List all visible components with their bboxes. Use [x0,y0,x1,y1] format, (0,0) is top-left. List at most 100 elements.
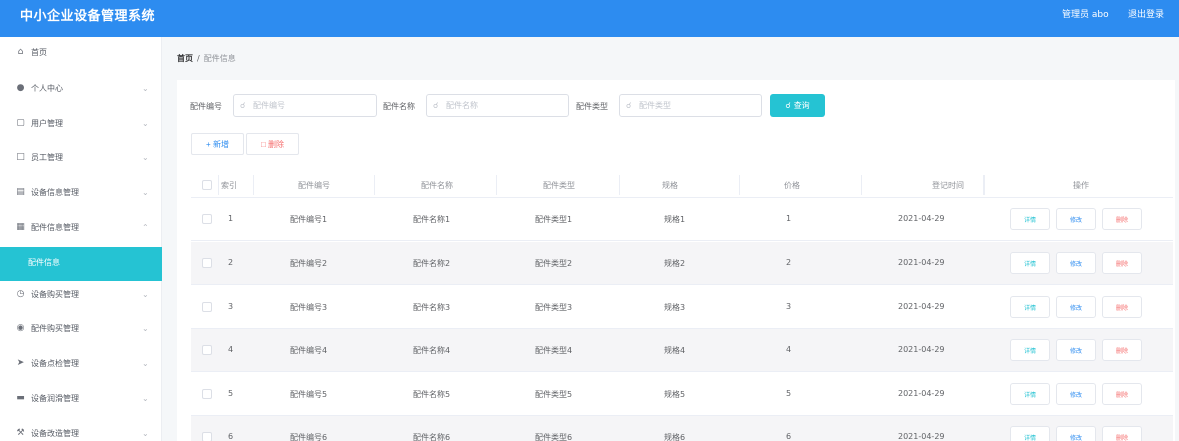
edit-button[interactable]: 修改 [1056,339,1096,361]
parts-table: 索引 配件编号 配件名称 配件类型 规格 价格 登记时间 操作 1 配件编号1 配件名称1 配件类型1… [191,172,1173,441]
delete-button[interactable]: 删除 [1102,426,1142,441]
breadcrumb: 首页 / 配件信息 [177,53,236,64]
search-input-type[interactable] [619,94,762,117]
monitor-icon: ▬ [16,393,25,403]
table-row: 5 配件编号5 配件名称5 配件类型5 规格5 5 2021-04-29 详情 修改 删除 [191,373,1173,416]
search-label-name: 配件名称 [383,102,415,111]
column-divider [861,175,862,195]
cell-spec: 规格4 [664,346,686,355]
edit-button[interactable]: 修改 [1056,296,1096,318]
cell-name: 配件名称6 [413,433,451,441]
sidebar-item[interactable]: ● 个人中心 ⌄ [0,73,162,107]
delete-button[interactable]: 删除 [1102,339,1142,361]
sidebar-item-label: 个人中心 [31,84,63,93]
edit-button[interactable]: 修改 [1056,383,1096,405]
breadcrumb-current: 配件信息 [203,54,236,63]
app-title: 中小企业设备管理系统 [20,9,156,24]
detail-button[interactable]: 详情 [1010,426,1050,441]
search-input-code[interactable] [233,94,377,117]
column-header: 操作 [1073,181,1089,190]
row-checkbox[interactable] [202,214,212,224]
detail-button[interactable]: 详情 [1010,339,1050,361]
top-bar: 中小企业设备管理系统 管理员 abo 退出登录 [0,0,1179,37]
cell-type: 配件类型2 [535,259,573,268]
column-divider [496,175,497,195]
search-input-name[interactable] [426,94,569,117]
cell-type: 配件类型6 [535,433,573,441]
row-checkbox[interactable] [202,302,212,312]
logout-link[interactable]: 退出登录 [1128,7,1164,20]
cell-type: 配件类型1 [535,215,573,224]
chevron-icon: ⌄ [142,119,149,128]
chevron-icon: ⌃ [142,223,149,232]
parts-icon: ▦ [16,222,25,232]
tool-icon: ⚒ [16,428,25,438]
sidebar-item[interactable]: ▦ 配件信息管理 ⌃ [0,212,162,246]
breadcrumb-home[interactable]: 首页 [177,54,193,63]
delete-button[interactable]: 删除 [1102,383,1142,405]
cell-index: 1 [228,214,234,223]
sidebar-item-label: 首页 [31,48,47,57]
edit-button[interactable]: 修改 [1056,426,1096,441]
detail-button[interactable]: 详情 [1010,383,1050,405]
sidebar-item[interactable]: ▬ 设备润滑管理 ⌄ [0,383,162,417]
sidebar-item[interactable]: ◷ 设备购买管理 ⌄ [0,279,162,313]
search-label-type: 配件类型 [576,102,608,111]
cell-name: 配件名称4 [413,346,451,355]
delete-button[interactable]: 删除 [1102,252,1142,274]
cell-name: 配件名称2 [413,259,451,268]
sidebar-item[interactable]: ➤ 设备点检管理 ⌄ [0,348,162,382]
user-icon: ● [16,83,25,93]
batch-delete-button[interactable]: □ 删除 [246,133,299,155]
query-button[interactable]: ☌ 查询 [770,94,825,117]
cell-code: 配件编号4 [290,346,328,355]
column-divider [739,175,740,195]
row-checkbox[interactable] [202,258,212,268]
sidebar-item[interactable]: ⚒ 设备改造管理 ⌄ [0,418,162,441]
table-row: 4 配件编号4 配件名称4 配件类型4 规格4 4 2021-04-29 详情 修改 删除 [191,329,1173,372]
sidebar-item[interactable]: ⌂ 首页 [0,37,162,71]
column-divider [619,175,620,195]
cell-price: 2 [786,258,792,267]
cell-date: 2021-04-29 [898,432,945,441]
table-row: 1 配件编号1 配件名称1 配件类型1 规格1 1 2021-04-29 详情 修改 删除 [191,198,1173,241]
edit-button[interactable]: 修改 [1056,208,1096,230]
sidebar-item[interactable]: ▢ 用户管理 ⌄ [0,108,162,142]
cell-type: 配件类型5 [535,390,573,399]
sidebar-item-label: 员工管理 [31,153,63,162]
column-header: 索引 [221,181,237,190]
sidebar-item[interactable]: ◉ 配件购买管理 ⌄ [0,313,162,347]
edit-button[interactable]: 修改 [1056,252,1096,274]
sidebar-item-label: 设备润滑管理 [31,394,79,403]
sidebar-item-label: 配件信息管理 [31,223,79,232]
detail-button[interactable]: 详情 [1010,208,1050,230]
bulb-icon: ◉ [16,323,25,333]
detail-button[interactable]: 详情 [1010,296,1050,318]
cell-spec: 规格5 [664,390,686,399]
search-icon: ☌ [240,101,246,110]
send-icon: ➤ [16,358,25,368]
cell-code: 配件编号6 [290,433,328,441]
sidebar-item-label: 设备点检管理 [31,359,79,368]
sidebar-item[interactable]: 配件信息 [0,247,162,281]
cell-code: 配件编号1 [290,215,328,224]
sidebar-item-label: 用户管理 [31,119,63,128]
select-all-checkbox[interactable] [202,180,212,190]
sidebar-item[interactable]: □ 员工管理 ⌄ [0,142,162,176]
cell-spec: 规格2 [664,259,686,268]
row-checkbox[interactable] [202,432,212,441]
sidebar-item[interactable]: ▤ 设备信息管理 ⌄ [0,177,162,211]
cell-date: 2021-04-29 [898,345,945,354]
cell-type: 配件类型3 [535,303,573,312]
detail-button[interactable]: 详情 [1010,252,1050,274]
add-button[interactable]: + 新增 [191,133,244,155]
row-checkbox[interactable] [202,345,212,355]
search-label-code: 配件编号 [190,102,222,111]
column-divider [218,175,219,195]
delete-button[interactable]: 删除 [1102,296,1142,318]
delete-button[interactable]: 删除 [1102,208,1142,230]
row-checkbox[interactable] [202,389,212,399]
table-row: 2 配件编号2 配件名称2 配件类型2 规格2 2 2021-04-29 详情 修改 删除 [191,242,1173,285]
chevron-icon: ⌄ [142,359,149,368]
cell-spec: 规格1 [664,215,686,224]
